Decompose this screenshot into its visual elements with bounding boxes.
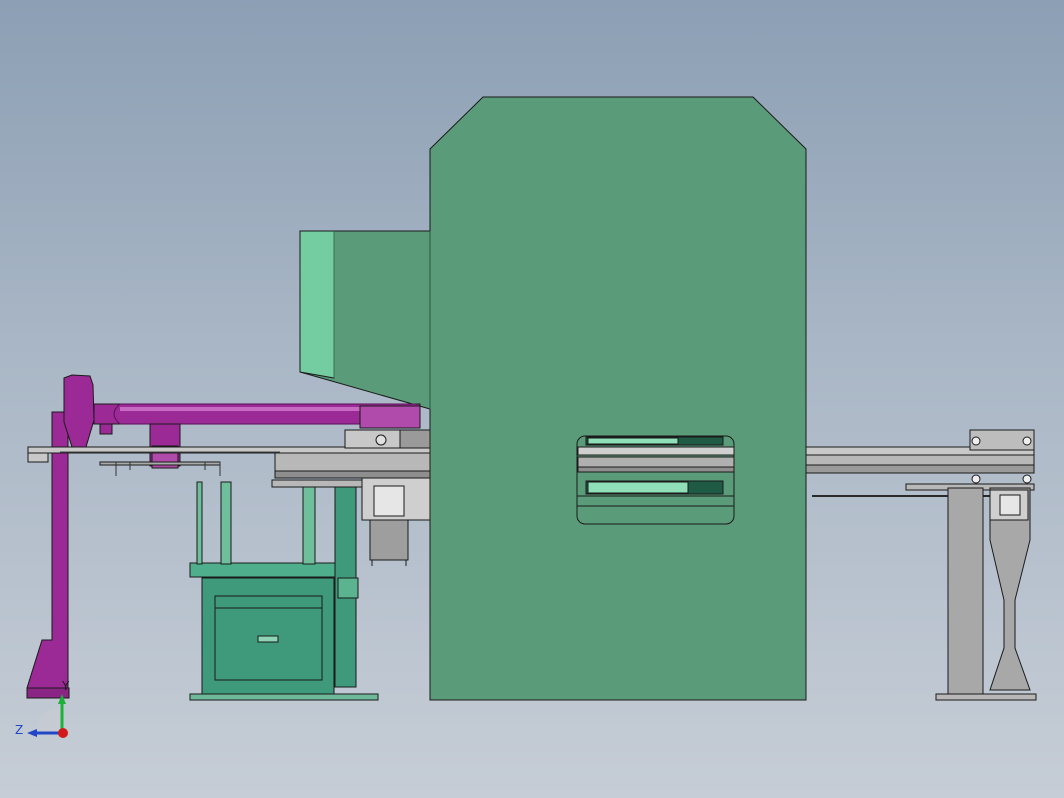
z-axis-label: Z (15, 723, 23, 737)
y-axis-label: Y (61, 679, 70, 693)
outfeed-conveyor-right[interactable] (805, 429, 1037, 701)
robot-head (63, 374, 95, 448)
stacker-guides (196, 481, 346, 565)
feed-motor-left (361, 477, 431, 566)
x-axis-dot (58, 728, 68, 738)
press-rear-cylinder (299, 230, 335, 379)
outfeed-support-leg (947, 487, 984, 697)
cad-viewport: Y Z (15, 96, 1037, 738)
stacker-handle (257, 635, 279, 643)
die-transfer-rail (577, 446, 735, 473)
press-body (299, 96, 807, 701)
press-machine[interactable] (299, 96, 807, 701)
